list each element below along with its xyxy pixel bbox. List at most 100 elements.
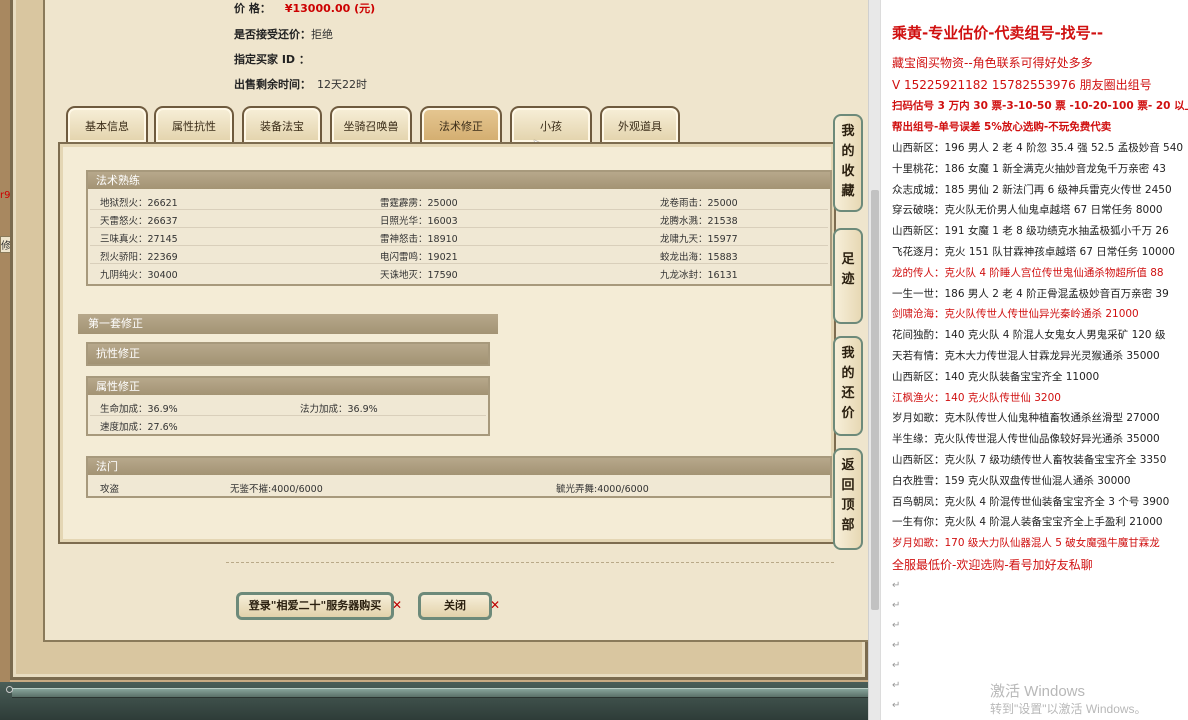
- doc-entry: 一生一世：186 男人 2 老 4 阶正骨混孟极妙音百万亲密 39: [892, 287, 1169, 300]
- spell-row: 地狱烈火：26621 雷霆霹雳：25000 龙卷雨击：25000: [90, 192, 828, 210]
- method-section: 法门 攻盗 无鉴不摧:4000/6000 毓光弄舞:4000/6000: [86, 456, 832, 498]
- spell-row: 九阴纯火：30400 天诛地灭：17590 九龙冰封：16131: [90, 264, 828, 282]
- doc-entry: 山西新区：191 女魔 1 老 8 级功绩克水抽孟极狐小千万 26: [892, 225, 1169, 238]
- footprint-label: 足迹: [841, 252, 855, 287]
- tab-attributes[interactable]: 属性抗性: [154, 106, 234, 142]
- doc-line: 扫码估号 3 万内 30 票-3-10-50 票 -10-20-100 票- 2…: [892, 100, 1188, 112]
- counter-offer-row: 是否接受还价：拒绝: [234, 26, 333, 42]
- tab-children[interactable]: 小孩: [510, 106, 592, 142]
- attr-cell: 法力加成：36.9%: [300, 404, 378, 415]
- activation-watermark: 激活 Windows: [990, 683, 1086, 700]
- method-section-title: 法门: [88, 458, 830, 475]
- method-cell: 毓光弄舞:4000/6000: [556, 484, 649, 495]
- attr-row: 速度加成：27.6%: [90, 416, 486, 434]
- attr-section-title: 属性修正: [88, 378, 488, 395]
- doc-entry: 花间独酌：140 克火队 4 阶混人女鬼女人男鬼采矿 120 级: [892, 329, 1166, 342]
- text-document: 乘黄-专业估价-代卖组号-找号-- 藏宝阁买物资--角色联系可得好处多多 V 1…: [880, 0, 1188, 720]
- spell-cell: 日照光华：16003: [380, 216, 458, 227]
- doc-entry: 岁月如歌：170 级大力队仙器混人 5 破女魔强牛魔甘霖龙: [892, 537, 1160, 550]
- paragraph-mark: ↵: [892, 700, 901, 711]
- back-to-top-label: 返回顶部: [841, 458, 855, 533]
- time-left-label: 出售剩余时间：: [234, 78, 311, 91]
- game-window: r9 修 价 格： ¥13000.00 (元) 是否接受还价：拒绝 指定买家 ID…: [0, 0, 868, 720]
- spell-row: 三味真火：27145 雷神怒击：18910 龙啸九天：15977: [90, 228, 828, 246]
- doc-line: 藏宝阁买物资--角色联系可得好处多多: [892, 56, 1093, 70]
- tab-basic-info[interactable]: 基本信息: [66, 106, 148, 142]
- paragraph-mark: ↵: [892, 620, 901, 631]
- correction-set-header: 第一套修正: [78, 314, 498, 334]
- doc-entry: 天若有情：克木大力传世混人甘霖龙异光灵猴通杀 35000: [892, 350, 1160, 362]
- buy-button[interactable]: 登录"相爱二十"服务器购买: [236, 592, 394, 620]
- buyer-id-label: 指定买家 ID ：: [234, 53, 310, 66]
- attr-cell: 速度加成：27.6%: [100, 422, 178, 433]
- tab-equipment[interactable]: 装备法宝: [242, 106, 322, 142]
- spell-cell: 龙啸九天：15977: [660, 234, 738, 245]
- activation-watermark-sub: 转到"设置"以激活 Windows。: [990, 702, 1147, 716]
- spell-cell: 天雷怒火：26637: [100, 216, 178, 227]
- doc-entry: 百鸟朝凤：克火队 4 阶混传世仙装备宝宝齐全 3 个号 3900: [892, 495, 1170, 508]
- doc-footer: 全服最低价-欢迎选购-看号加好友私聊: [892, 558, 1093, 572]
- paragraph-mark: ↵: [892, 600, 901, 611]
- paragraph-mark: ↵: [892, 580, 901, 591]
- doc-entry: 穿云破晓：克火队无价男人仙鬼卓越塔 67 日常任务 8000: [892, 204, 1163, 217]
- spell-cell: 烈火骄阳：22369: [100, 252, 178, 263]
- spell-section: 法术熟练 地狱烈火：26621 雷霆霹雳：25000 龙卷雨击：25000 天雷…: [86, 170, 832, 286]
- spell-cell: 雷霆霹雳：25000: [380, 198, 458, 209]
- spell-cell: 九阴纯火：30400: [100, 270, 178, 281]
- scrollbar-thumb[interactable]: [871, 190, 879, 610]
- spell-cell: 三味真火：27145: [100, 234, 178, 245]
- doc-entry: 半生缘：克火队传世混人传世仙品像较好异光通杀 35000: [892, 433, 1160, 446]
- spell-cell: 蛟龙出海：15883: [660, 252, 738, 263]
- counter-offer-value: 拒绝: [311, 28, 333, 41]
- my-offers-button[interactable]: 我的还价: [833, 336, 863, 436]
- attr-section: 属性修正 生命加成：36.9% 法力加成：36.9% 速度加成：27.6%: [86, 376, 490, 436]
- spell-cell: 天诛地灭：17590: [380, 270, 458, 281]
- price-value: ¥13000.00 (元): [284, 2, 376, 15]
- close-button[interactable]: 关闭: [418, 592, 492, 620]
- spell-cell: 电闪雷鸣：19021: [380, 252, 458, 263]
- doc-entry: 剑啸沧海：克火队传世人传世仙异光秦岭通杀 21000: [892, 308, 1139, 321]
- doc-entry: 众志成城：185 男仙 2 新法门再 6 级神兵雷克火传世 2450: [892, 183, 1172, 196]
- spell-row: 天雷怒火：26637 日照光华：16003 龙腾水溅：21538: [90, 210, 828, 228]
- doc-entry: 山西新区：196 男人 2 老 4 阶忽 35.4 强 52.5 孟极妙音 54…: [892, 142, 1184, 154]
- spell-section-title: 法术熟练: [88, 172, 830, 189]
- footprint-button[interactable]: 足迹: [833, 228, 863, 324]
- favorites-label: 我的收藏: [841, 124, 855, 199]
- close-x-icon: ✕: [392, 598, 403, 612]
- time-left-value: 12天22时: [317, 78, 367, 91]
- doc-entry: 山西新区：140 克火队装备宝宝齐全 11000: [892, 370, 1100, 383]
- doc-title: 乘黄-专业估价-代卖组号-找号--: [892, 24, 1104, 42]
- doc-entry: 龙的传人：克火队 4 阶睡人宫位传世鬼仙通杀物超所值 88: [892, 266, 1164, 279]
- paragraph-mark: ↵: [892, 680, 901, 691]
- tab-spell-correction[interactable]: 法术修正: [420, 106, 502, 142]
- doc-entry: 飞花逐月：克火 151 队甘霖神孩卓越塔 67 日常任务 10000: [892, 246, 1175, 258]
- my-offers-label: 我的还价: [841, 346, 855, 421]
- time-left-row: 出售剩余时间： 12天22时: [234, 76, 367, 92]
- bottom-bar: [0, 682, 868, 720]
- resist-section-title: 抗性修正: [88, 344, 488, 364]
- spell-cell: 雷神怒击：18910: [380, 234, 458, 245]
- paragraph-mark: ↵: [892, 640, 901, 651]
- spell-cell: 地狱烈火：26621: [100, 198, 178, 209]
- left-border: [0, 0, 10, 690]
- close-x-icon: ✕: [490, 598, 501, 612]
- spell-row: 烈火骄阳：22369 电闪雷鸣：19021 蛟龙出海：15883: [90, 246, 828, 264]
- correction-set-title: 第一套修正: [88, 317, 143, 330]
- doc-entry: 岁月如歌：克木队传世人仙鬼种植畜牧通杀丝滑型 27000: [892, 412, 1160, 425]
- back-to-top-button[interactable]: 返回顶部: [833, 448, 863, 550]
- tab-appearance[interactable]: 外观道具: [600, 106, 680, 142]
- tab-mounts[interactable]: 坐骑召唤兽: [330, 106, 412, 142]
- resist-section: 抗性修正: [86, 342, 490, 366]
- doc-line: 帮出组号-单号误差 5%放心选购-不玩免费代卖: [892, 121, 1112, 133]
- doc-entry: 山西新区：克火队 7 级功绩传世人畜牧装备宝宝齐全 3350: [892, 454, 1167, 466]
- price-label: 价 格：: [234, 2, 271, 15]
- doc-entry: 江枫渔火：140 克火队传世仙 3200: [892, 391, 1061, 404]
- favorites-button[interactable]: 我的收藏: [833, 114, 863, 212]
- bottom-bar-rail: [12, 688, 868, 698]
- attr-row: 生命加成：36.9% 法力加成：36.9%: [90, 398, 486, 416]
- attr-cell: 生命加成：36.9%: [100, 404, 178, 415]
- spell-cell: 九龙冰封：16131: [660, 270, 738, 281]
- doc-scrollbar[interactable]: [868, 0, 880, 720]
- spell-cell: 龙腾水溅：21538: [660, 216, 738, 227]
- divider: [226, 562, 834, 563]
